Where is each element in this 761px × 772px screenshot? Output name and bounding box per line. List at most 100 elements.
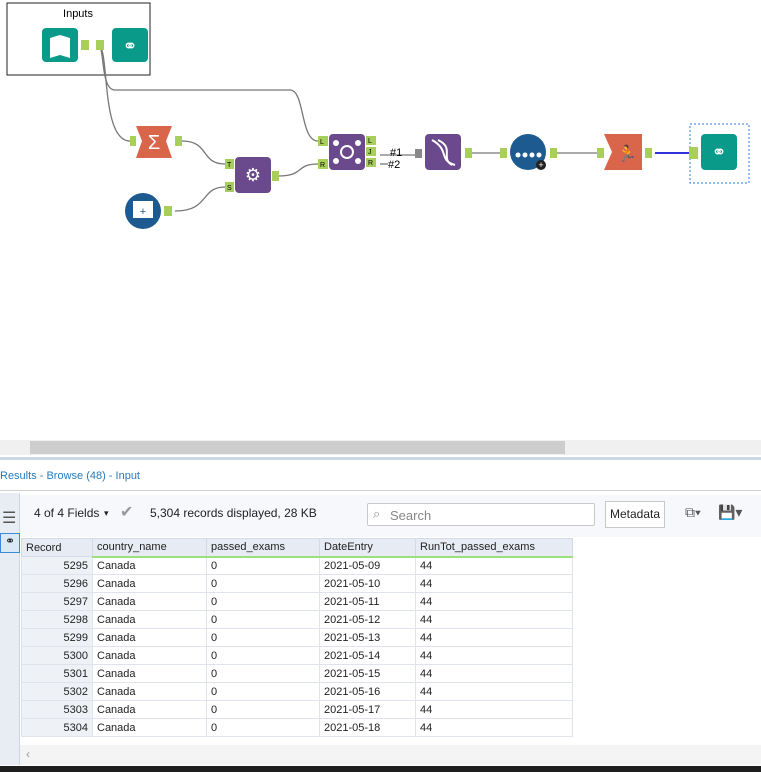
- scrollbar-thumb[interactable]: [30, 441, 565, 454]
- records-status: 5,304 records displayed, 28 KB: [150, 506, 317, 520]
- table-cell[interactable]: Canada: [92, 718, 207, 737]
- table-cell[interactable]: 0: [206, 682, 320, 701]
- table-row[interactable]: 5302 Canada 0 2021-05-16 44: [21, 682, 573, 701]
- table-cell[interactable]: 5301: [21, 664, 93, 683]
- table-cell[interactable]: 5295: [21, 556, 93, 575]
- table-cell[interactable]: 2021-05-15: [319, 664, 416, 683]
- table-cell[interactable]: Canada: [92, 592, 207, 611]
- table-cell[interactable]: Canada: [92, 574, 207, 593]
- search-placeholder: Search: [390, 508, 432, 523]
- column-header[interactable]: passed_exams: [206, 538, 320, 558]
- table-cell[interactable]: 2021-05-13: [319, 628, 416, 647]
- summarize-tool[interactable]: Σ: [130, 126, 182, 158]
- column-header[interactable]: RunTot_passed_exams: [415, 538, 573, 558]
- table-cell[interactable]: 5304: [21, 718, 93, 737]
- copy-icon[interactable]: ⧉▾: [685, 504, 701, 521]
- table-cell[interactable]: 5303: [21, 700, 93, 719]
- table-cell[interactable]: Canada: [92, 664, 207, 683]
- table-cell[interactable]: 44: [415, 574, 573, 593]
- table-row[interactable]: 5300 Canada 0 2021-05-14 44: [21, 646, 573, 665]
- table-cell[interactable]: 0: [206, 646, 320, 665]
- svg-text:S: S: [227, 185, 232, 192]
- column-header[interactable]: country_name: [92, 538, 207, 558]
- table-cell[interactable]: 44: [415, 682, 573, 701]
- chevron-down-icon[interactable]: ▾: [104, 508, 109, 519]
- table-cell[interactable]: 2021-05-09: [319, 556, 416, 575]
- table-cell[interactable]: Canada: [92, 646, 207, 665]
- table-cell[interactable]: 2021-05-12: [319, 610, 416, 629]
- results-table: Record country_name passed_exams DateEnt…: [21, 538, 573, 737]
- svg-text:Σ: Σ: [148, 132, 160, 154]
- table-cell[interactable]: 0: [206, 664, 320, 683]
- results-side-bar: ☰ ⚭: [0, 493, 20, 765]
- table-cell[interactable]: 0: [206, 574, 320, 593]
- table-cell[interactable]: Canada: [92, 682, 207, 701]
- table-cell[interactable]: 2021-05-14: [319, 646, 416, 665]
- table-row[interactable]: 5296 Canada 0 2021-05-10 44: [21, 574, 573, 593]
- table-cell[interactable]: 5300: [21, 646, 93, 665]
- svg-text:⚭: ⚭: [122, 36, 137, 56]
- table-row[interactable]: 5303 Canada 0 2021-05-17 44: [21, 700, 573, 719]
- table-row[interactable]: 5304 Canada 0 2021-05-18 44: [21, 718, 573, 737]
- browse-tool-selected[interactable]: ⚭: [689, 134, 737, 170]
- table-cell[interactable]: 44: [415, 664, 573, 683]
- table-cell[interactable]: 2021-05-11: [319, 592, 416, 611]
- table-cell[interactable]: Canada: [92, 556, 207, 575]
- table-cell[interactable]: 0: [206, 718, 320, 737]
- svg-text:L: L: [320, 139, 324, 146]
- multi-row-formula-tool[interactable]: +: [500, 134, 557, 170]
- table-horizontal-scrollbar[interactable]: ‹: [20, 745, 761, 765]
- list-view-icon[interactable]: ☰: [2, 508, 16, 528]
- column-header[interactable]: Record: [21, 538, 93, 557]
- running-total-tool[interactable]: 🏃: [597, 134, 652, 170]
- table-cell[interactable]: 5298: [21, 610, 93, 629]
- svg-text:+: +: [538, 160, 543, 170]
- table-cell[interactable]: 0: [206, 592, 320, 611]
- save-icon[interactable]: 💾▾: [718, 504, 742, 521]
- table-row[interactable]: 5298 Canada 0 2021-05-12 44: [21, 610, 573, 629]
- table-cell[interactable]: 5302: [21, 682, 93, 701]
- table-cell[interactable]: Canada: [92, 700, 207, 719]
- canvas-horizontal-scrollbar[interactable]: [0, 440, 761, 455]
- container-label: Inputs: [63, 8, 93, 20]
- table-cell[interactable]: Canada: [92, 610, 207, 629]
- table-cell[interactable]: 0: [206, 628, 320, 647]
- search-icon: ⌕: [373, 506, 381, 521]
- table-row[interactable]: 5297 Canada 0 2021-05-11 44: [21, 592, 573, 611]
- table-row[interactable]: 5299 Canada 0 2021-05-13 44: [21, 628, 573, 647]
- table-row[interactable]: 5295 Canada 0 2021-05-09 44: [21, 556, 573, 575]
- table-cell[interactable]: 2021-05-10: [319, 574, 416, 593]
- results-title: Results - Browse (48) - Input: [0, 470, 140, 482]
- table-cell[interactable]: 0: [206, 700, 320, 719]
- binoculars-icon[interactable]: ⚭: [0, 533, 20, 553]
- table-cell[interactable]: 0: [206, 610, 320, 629]
- table-cell[interactable]: 44: [415, 700, 573, 719]
- table-cell[interactable]: 44: [415, 718, 573, 737]
- append-fields-tool[interactable]: T S ⚙: [225, 157, 279, 193]
- column-header[interactable]: DateEntry: [319, 538, 416, 558]
- table-cell[interactable]: Canada: [92, 628, 207, 647]
- dynamic-rename-tool[interactable]: [415, 134, 472, 170]
- table-cell[interactable]: 44: [415, 592, 573, 611]
- table-cell[interactable]: 2021-05-16: [319, 682, 416, 701]
- panel-divider[interactable]: [0, 457, 761, 460]
- text-input-tool[interactable]: +: [125, 193, 172, 229]
- table-cell[interactable]: 2021-05-18: [319, 718, 416, 737]
- join-tool[interactable]: LRLJR: [318, 134, 376, 170]
- table-cell[interactable]: 5296: [21, 574, 93, 593]
- table-cell[interactable]: 44: [415, 628, 573, 647]
- workflow-canvas[interactable]: Inputs #1 #2 ⚭ Σ T S ⚙ + LRLJR + 🏃 ⚭: [0, 0, 761, 440]
- table-cell[interactable]: 5299: [21, 628, 93, 647]
- svg-text:🏃: 🏃: [617, 144, 637, 163]
- metadata-button[interactable]: Metadata: [605, 501, 665, 528]
- search-input[interactable]: ⌕ Search: [367, 503, 595, 526]
- table-cell[interactable]: 2021-05-17: [319, 700, 416, 719]
- table-cell[interactable]: 44: [415, 610, 573, 629]
- chevron-left-icon[interactable]: ‹: [26, 747, 30, 761]
- table-cell[interactable]: 0: [206, 556, 320, 575]
- table-cell[interactable]: 5297: [21, 592, 93, 611]
- table-cell[interactable]: 44: [415, 556, 573, 575]
- fields-dropdown[interactable]: 4 of 4 Fields: [34, 506, 99, 520]
- table-row[interactable]: 5301 Canada 0 2021-05-15 44: [21, 664, 573, 683]
- table-cell[interactable]: 44: [415, 646, 573, 665]
